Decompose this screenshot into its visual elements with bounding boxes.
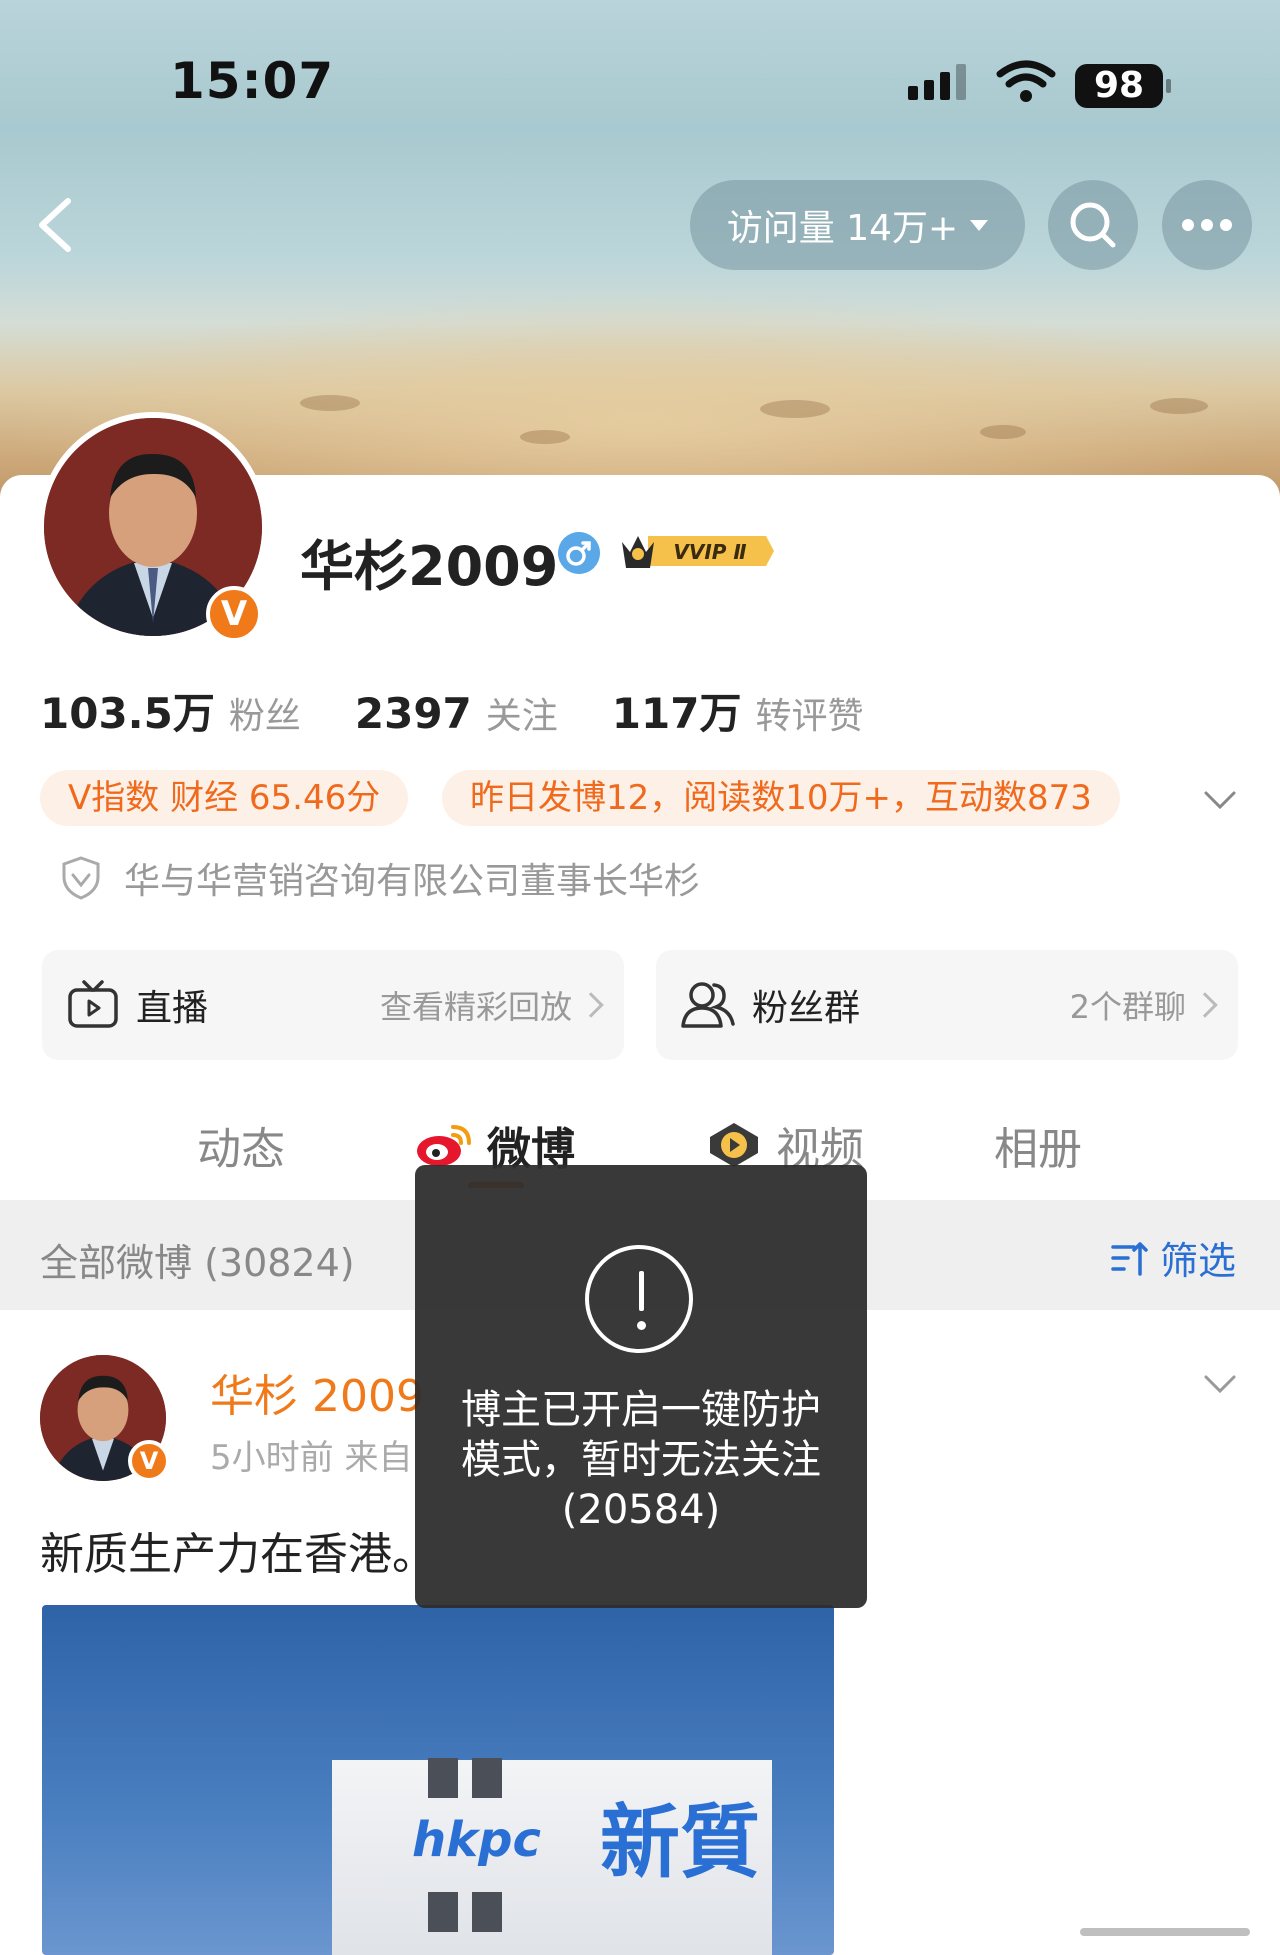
- video-play-icon: [710, 1123, 758, 1167]
- battery-icon: 98: [1075, 64, 1171, 108]
- stat-value: 117万: [611, 689, 742, 738]
- profile-username: 华杉2009: [300, 535, 559, 598]
- building-sign-logo: hkpc: [412, 1812, 541, 1868]
- visits-count-button[interactable]: 访问量 14万+: [690, 180, 1025, 270]
- tv-play-icon: [68, 980, 118, 1028]
- verified-badge-icon: V: [128, 1440, 170, 1482]
- exclamation-icon: [585, 1245, 693, 1353]
- chevron-right-icon: [1192, 992, 1218, 1018]
- v-index-tag[interactable]: V指数 财经 65.46分: [40, 770, 409, 826]
- toast-line: 模式，暂时无法关注: [461, 1437, 821, 1483]
- weibo-logo-icon: [417, 1125, 471, 1166]
- stat-following[interactable]: 2397 关注: [355, 687, 558, 739]
- caret-down-icon: [970, 219, 989, 231]
- tab-album[interactable]: 相册: [994, 1113, 1082, 1177]
- group-users-icon: [681, 982, 735, 1028]
- verified-badge-icon: V: [206, 586, 262, 642]
- profile-stats: 103.5万 粉丝 2397 关注 117万 转评赞: [40, 680, 917, 741]
- post-author-name[interactable]: 华杉 2009: [210, 1360, 424, 1424]
- filter-sort-icon: [1111, 1241, 1148, 1276]
- cellular-signal-icon: [908, 64, 966, 100]
- live-stream-subtitle: 查看精彩回放: [379, 988, 572, 1026]
- stat-interactions[interactable]: 117万 转评赞: [612, 680, 864, 741]
- fans-group-subtitle: 2个群聊: [1069, 988, 1186, 1026]
- status-time: 15:07: [170, 52, 335, 110]
- toast-text: 博主已开启一键防护 模式，暂时无法关注 (20584): [415, 1385, 867, 1535]
- visits-count-label: 访问量 14万+: [726, 208, 959, 249]
- stat-value: 103.5万: [40, 689, 215, 738]
- search-icon: [1070, 202, 1116, 248]
- building-image: hkpc 新質: [332, 1758, 772, 1955]
- stat-label: 转评赞: [755, 696, 864, 737]
- post-meta: 5小时前 来自: [210, 1438, 413, 1478]
- stat-followers[interactable]: 103.5万 粉丝: [40, 680, 301, 741]
- fans-group-title: 粉丝群: [752, 988, 861, 1029]
- tab-label: 动态: [197, 1124, 285, 1175]
- fans-group-card[interactable]: 粉丝群 2个群聊: [656, 950, 1238, 1060]
- home-indicator[interactable]: [1080, 1928, 1250, 1936]
- chevron-down-icon[interactable]: [1200, 1364, 1240, 1404]
- more-options-button[interactable]: [1162, 180, 1252, 270]
- certification-row: 华与华营销咨询有限公司董事长华杉: [60, 852, 700, 904]
- tab-feed[interactable]: 动态: [197, 1113, 285, 1177]
- toast-line: 博主已开启一键防护: [461, 1387, 821, 1433]
- daily-activity-tag[interactable]: 昨日发博12，阅读数10万+，互动数873: [442, 770, 1120, 826]
- search-button[interactable]: [1048, 180, 1138, 270]
- stat-label: 关注: [485, 696, 558, 737]
- building-sign-text: 新質: [600, 1796, 760, 1889]
- live-stream-card[interactable]: 直播 查看精彩回放: [42, 950, 624, 1060]
- stat-label: 粉丝: [228, 696, 301, 737]
- toast-message: 博主已开启一键防护 模式，暂时无法关注 (20584): [415, 1165, 867, 1608]
- vvip-badge-icon[interactable]: VVIP Ⅱ: [618, 528, 776, 574]
- post-text: 新质生产力在香港。: [40, 1529, 436, 1580]
- male-gender-icon: [558, 532, 600, 574]
- chevron-down-icon[interactable]: [1200, 780, 1240, 820]
- live-stream-title: 直播: [136, 988, 209, 1029]
- tab-label: 相册: [994, 1124, 1082, 1175]
- more-dots-icon: [1182, 219, 1232, 231]
- filter-button[interactable]: 筛选: [1110, 1230, 1236, 1285]
- toast-line: (20584): [561, 1487, 721, 1533]
- filter-label: 筛选: [1160, 1239, 1237, 1283]
- all-posts-count[interactable]: 全部微博 (30824): [40, 1232, 355, 1287]
- vvip-badge-label: VVIP Ⅱ: [673, 540, 746, 564]
- certification-text: 华与华营销咨询有限公司董事长华杉: [124, 861, 701, 902]
- wifi-icon: [996, 60, 1056, 102]
- post-image[interactable]: hkpc 新質: [42, 1605, 834, 1955]
- back-arrow-icon[interactable]: [30, 195, 80, 255]
- chevron-right-icon: [578, 992, 604, 1018]
- stat-value: 2397: [354, 689, 472, 738]
- status-bar: 15:07 98: [0, 0, 1280, 140]
- shield-icon: [62, 856, 100, 900]
